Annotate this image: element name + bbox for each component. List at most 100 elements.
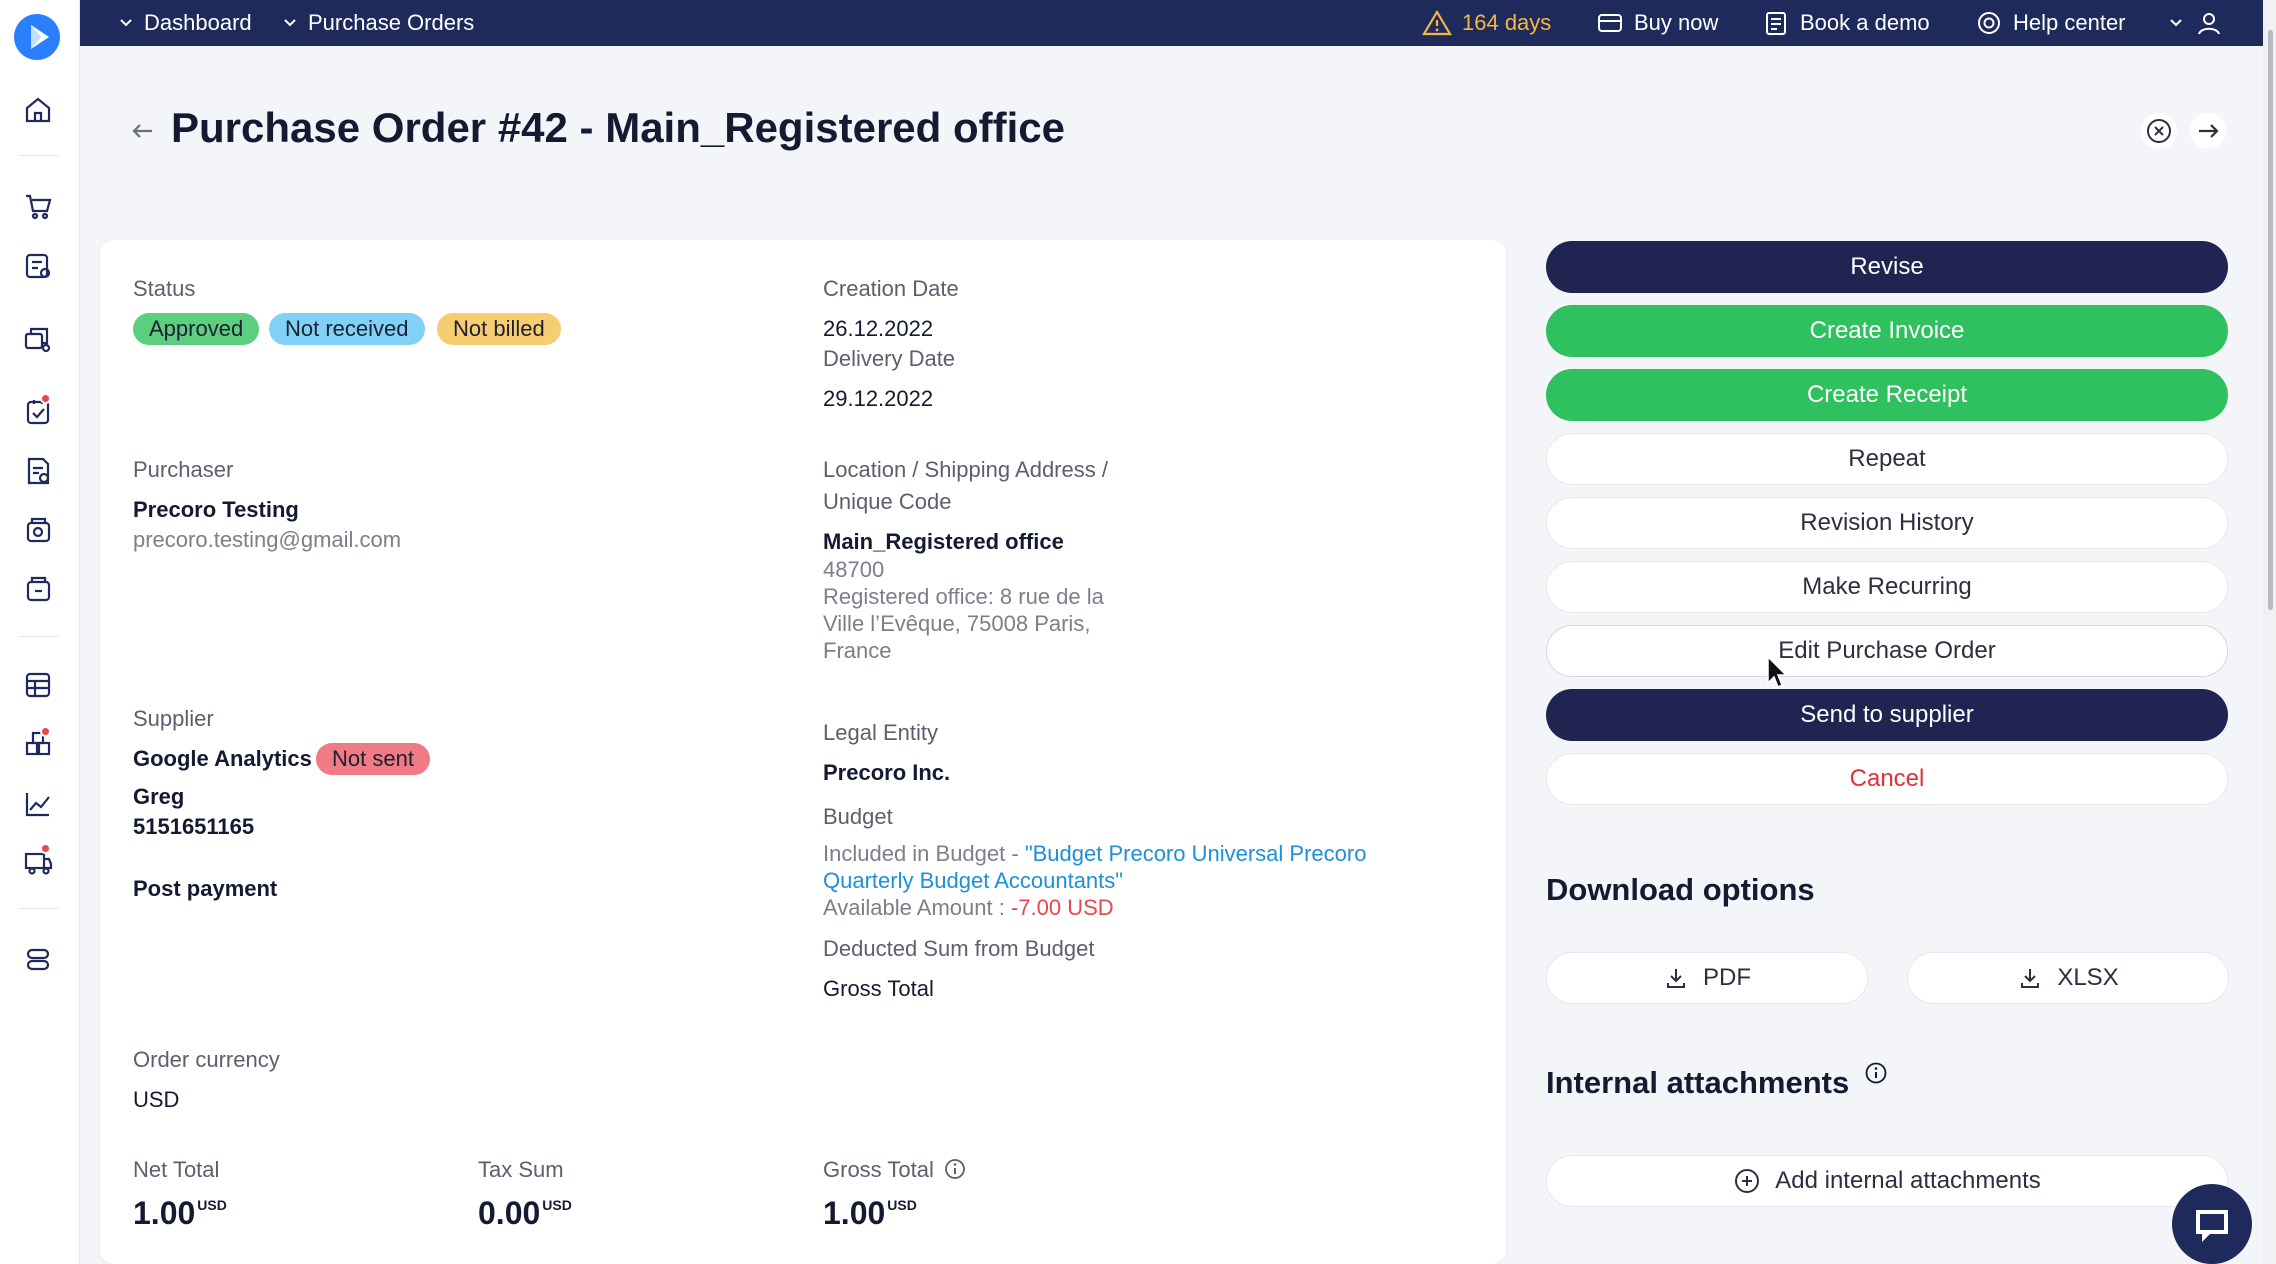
info-icon[interactable] <box>1864 1061 1888 1085</box>
download-xlsx-button[interactable]: XLSX <box>1907 952 2229 1004</box>
status-badge-not-received: Not received <box>269 313 425 345</box>
invoices-icon[interactable] <box>21 572 55 606</box>
chevron-down-icon <box>120 19 132 27</box>
make-recurring-button[interactable]: Make Recurring <box>1546 561 2228 613</box>
purchaser-name: Precoro Testing <box>133 497 299 522</box>
location-label-line1: Location / Shipping Address / <box>823 457 1108 482</box>
notification-dot <box>40 393 51 404</box>
purchase-orders-icon[interactable] <box>21 454 55 488</box>
deducted-sum-value: Gross Total <box>823 976 934 1001</box>
plus-circle-icon <box>1735 1169 1760 1193</box>
gross-total-unit: USD <box>887 1197 917 1213</box>
internal-attachments-title: Internal attachments <box>1546 1061 1888 1101</box>
budget-link[interactable]: "Budget Precoro Universal Precoro <box>1025 841 1367 866</box>
net-total-value: 1.00 USD <box>133 1195 227 1232</box>
analytics-icon[interactable] <box>21 787 55 821</box>
address-line2: Ville l’Evêque, 75008 Paris, <box>823 611 1091 636</box>
calendar-icon <box>1766 12 1786 35</box>
edit-purchase-order-button[interactable]: Edit Purchase Order <box>1546 625 2228 677</box>
back-arrow-icon[interactable] <box>128 116 158 146</box>
tax-sum-label: Tax Sum <box>478 1157 564 1182</box>
requests-icon[interactable] <box>21 249 55 283</box>
card-icon <box>1598 14 1622 32</box>
creation-date-value: 26.12.2022 <box>823 316 934 341</box>
settings-icon[interactable] <box>21 942 55 976</box>
download-pdf-button[interactable]: PDF <box>1546 952 1868 1004</box>
info-icon[interactable] <box>944 1158 966 1180</box>
buy-now-button[interactable]: Buy now <box>1596 0 1718 46</box>
sidebar-divider <box>18 155 58 156</box>
payment-terms: Post payment <box>133 876 278 901</box>
download-icon <box>1667 969 1685 988</box>
net-total-amount: 1.00 <box>133 1195 196 1231</box>
close-icon[interactable] <box>2141 113 2177 149</box>
supplier-contact-phone: 5151651165 <box>133 814 255 839</box>
breadcrumb-purchase-orders[interactable]: Purchase Orders <box>282 0 474 46</box>
download-options-title: Download options <box>1546 872 1815 907</box>
status-badge-not-billed: Not billed <box>437 313 561 345</box>
chat-widget-button[interactable] <box>2172 1184 2252 1264</box>
status-label: Status <box>133 276 196 301</box>
add-internal-attachments-label: Add internal attachments <box>1775 1167 2041 1194</box>
mouse-cursor-icon <box>1766 655 1790 696</box>
cart-icon[interactable] <box>21 189 55 223</box>
lifebuoy-icon <box>1978 12 2000 34</box>
buy-now-label: Buy now <box>1634 10 1719 35</box>
create-receipt-button[interactable]: Create Receipt <box>1546 369 2228 421</box>
address-line1: Registered office: 8 rue de la <box>823 584 1104 609</box>
chat-icon <box>2196 1210 2228 1242</box>
top-navigation-bar: Dashboard Purchase Orders 164 days Buy n… <box>80 0 2263 46</box>
sidebar-divider <box>18 908 58 909</box>
app-logo[interactable] <box>14 14 60 60</box>
legal-entity-label: Legal Entity <box>823 720 938 745</box>
cancel-button[interactable]: Cancel <box>1546 753 2228 805</box>
budget-link-line2[interactable]: Quarterly Budget Accountants" <box>823 868 1123 894</box>
sidebar-divider <box>18 636 58 637</box>
notification-dot <box>40 726 51 737</box>
trial-days-indicator[interactable]: 164 days <box>1422 0 1551 46</box>
scrollbar-thumb[interactable] <box>2268 30 2273 610</box>
add-internal-attachments-button[interactable]: Add internal attachments <box>1546 1155 2228 1207</box>
available-amount-prefix: Available Amount : <box>823 895 1011 920</box>
book-demo-button[interactable]: Book a demo <box>1762 0 1930 46</box>
breadcrumb-dashboard[interactable]: Dashboard <box>118 0 252 46</box>
net-total-unit: USD <box>197 1197 227 1213</box>
gross-total-label-text: Gross Total <box>823 1157 934 1182</box>
download-pdf-label: PDF <box>1703 964 1751 991</box>
delivery-date-value: 29.12.2022 <box>823 386 934 411</box>
help-center-label: Help center <box>2013 10 2126 35</box>
repeat-button[interactable]: Repeat <box>1546 433 2228 485</box>
send-to-supplier-button[interactable]: Send to supplier <box>1546 689 2228 741</box>
help-center-button[interactable]: Help center <box>1975 0 2126 46</box>
create-invoice-button[interactable]: Create Invoice <box>1546 305 2228 357</box>
supplier-name[interactable]: Google Analytics <box>133 746 312 772</box>
home-icon[interactable] <box>21 93 55 127</box>
page-title: Purchase Order #42 - Main_Registered off… <box>171 104 1065 151</box>
tax-sum-value: 0.00 USD <box>478 1195 572 1232</box>
revision-history-button[interactable]: Revision History <box>1546 497 2228 549</box>
budget-label: Budget <box>823 804 893 829</box>
location-code: 48700 <box>823 557 885 582</box>
creation-date-label: Creation Date <box>823 276 959 301</box>
available-amount-value: -7.00 USD <box>1010 895 1114 920</box>
order-currency-label: Order currency <box>133 1047 280 1072</box>
revise-button[interactable]: Revise <box>1546 241 2228 293</box>
breadcrumb-purchase-orders-label: Purchase Orders <box>308 10 475 35</box>
supplier-label: Supplier <box>133 706 214 731</box>
suppliers-icon[interactable] <box>21 321 55 355</box>
address-line3: France <box>823 638 892 663</box>
gross-total-label: Gross Total <box>823 1157 966 1183</box>
tax-sum-unit: USD <box>542 1197 572 1213</box>
order-currency-value: USD <box>133 1087 180 1112</box>
chevron-down-icon <box>2170 19 2182 27</box>
next-arrow-icon[interactable] <box>2190 113 2226 149</box>
receipts-icon[interactable] <box>21 513 55 547</box>
purchaser-label: Purchaser <box>133 457 234 482</box>
tax-sum-amount: 0.00 <box>478 1195 541 1231</box>
legal-entity-value: Precoro Inc. <box>823 760 951 785</box>
user-menu[interactable] <box>2168 0 2224 46</box>
budgets-icon[interactable] <box>21 668 55 702</box>
supplier-contact-name: Greg <box>133 784 185 809</box>
notification-dot <box>40 843 51 854</box>
budget-prefix: Included in Budget - <box>823 841 1025 866</box>
